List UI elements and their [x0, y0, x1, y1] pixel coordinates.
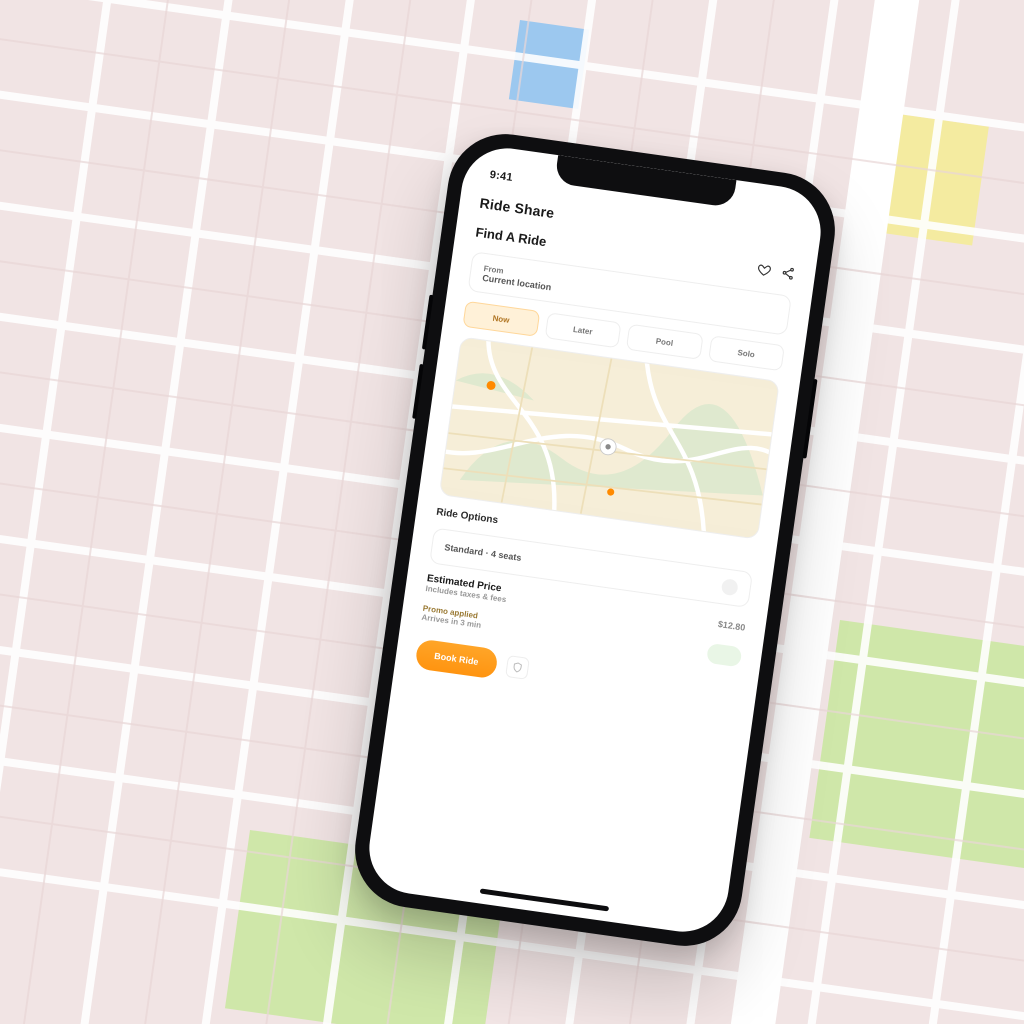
price-value: $12.80	[717, 619, 746, 633]
chip-solo[interactable]: Solo	[708, 335, 785, 371]
status-badge	[706, 643, 742, 668]
share-icon[interactable]	[779, 265, 796, 286]
chip-label: Now	[492, 313, 510, 324]
chip-pool[interactable]: Pool	[626, 324, 703, 360]
book-ride-button[interactable]: Book Ride	[414, 638, 498, 679]
chip-later[interactable]: Later	[544, 312, 621, 348]
status-time: 9:41	[489, 169, 514, 184]
ride-option-text: Standard · 4 seats	[444, 542, 522, 563]
radio-icon	[721, 578, 739, 596]
map-preview[interactable]	[439, 336, 780, 539]
favorite-icon[interactable]	[756, 262, 773, 283]
cta-label: Book Ride	[434, 651, 479, 667]
chip-label: Pool	[655, 336, 673, 347]
page-subtitle: Find A Ride	[475, 224, 548, 249]
shield-icon[interactable]	[505, 655, 530, 680]
chip-now[interactable]: Now	[462, 301, 539, 337]
chip-label: Later	[573, 324, 594, 336]
chip-label: Solo	[737, 348, 755, 359]
